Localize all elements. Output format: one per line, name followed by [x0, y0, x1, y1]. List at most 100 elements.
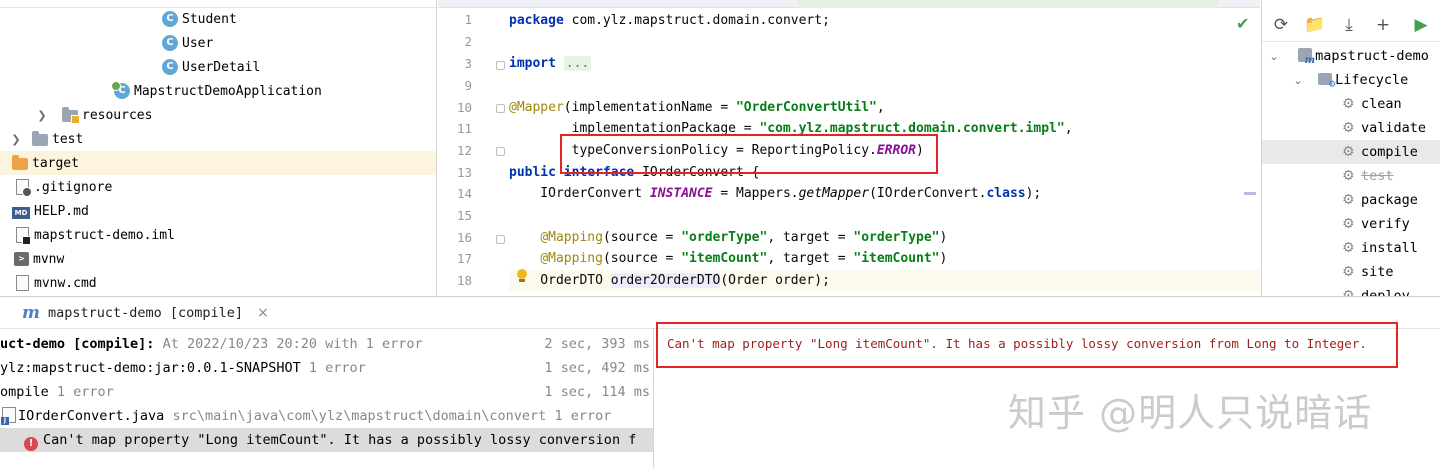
maven-goal-verify[interactable]: ⚙ verify	[1262, 212, 1440, 236]
goal-label: clean	[1361, 96, 1402, 112]
line-number: 18	[456, 273, 472, 288]
fold-marker-icon[interactable]	[496, 147, 505, 156]
chevron-right-icon[interactable]: ❯	[10, 133, 22, 146]
maven-goal-package[interactable]: ⚙ package	[1262, 188, 1440, 212]
folded-imports[interactable]: ...	[563, 56, 592, 71]
tree-item-label: mvnw	[33, 251, 65, 267]
gear-icon: ⚙	[1342, 216, 1355, 232]
tree-item-student[interactable]: C Student	[0, 7, 436, 31]
keyword: public	[509, 165, 556, 180]
gear-icon: ⚙	[1342, 192, 1355, 208]
line-number: 3	[464, 56, 472, 71]
code-text: com.ylz.mapstruct.domain.convert;	[563, 13, 830, 28]
maven-goal-site[interactable]: ⚙ site	[1262, 260, 1440, 284]
build-results-tree[interactable]: uct-demo [compile]: At 2022/10/23 20:20 …	[0, 329, 654, 468]
intention-bulb-icon[interactable]	[516, 269, 528, 283]
line-number: 11	[456, 121, 472, 136]
fold-marker-icon[interactable]	[496, 104, 505, 113]
close-icon[interactable]: ×	[257, 305, 269, 321]
maven-goal-clean[interactable]: ⚙ clean	[1262, 92, 1440, 116]
line-number: 1	[464, 12, 472, 27]
add-icon[interactable]: +	[1368, 13, 1398, 37]
tree-item-target[interactable]: target	[0, 151, 436, 175]
class-icon: C	[162, 11, 178, 27]
scrollbar-marker[interactable]	[1244, 192, 1256, 195]
static-field: INSTANCE	[649, 186, 713, 201]
maven-tool-window: ⟳ 📁 ⤓ + ▶ ⌄ mapstruct-demo ⌄ Lifecycle ⚙…	[1261, 0, 1440, 296]
maven-module-icon	[1298, 48, 1315, 66]
tree-item-resources[interactable]: ❯ resources	[0, 103, 436, 127]
folder-icon	[32, 131, 48, 146]
static-method: getMapper	[798, 186, 870, 201]
tree-item-userdetail[interactable]: C UserDetail	[0, 55, 436, 79]
chevron-down-icon[interactable]: ⌄	[1292, 74, 1304, 87]
maven-goal-install[interactable]: ⚙ install	[1262, 236, 1440, 260]
maven-project-label: mapstruct-demo	[1315, 48, 1429, 64]
chevron-right-icon[interactable]: ❯	[36, 109, 48, 122]
build-row-session[interactable]: uct-demo [compile]: At 2022/10/23 20:20 …	[0, 332, 653, 356]
method-name[interactable]: order2OrderDTO	[610, 273, 721, 288]
tree-item-mvnw[interactable]: > mvnw	[0, 247, 436, 271]
tree-item-test[interactable]: ❯ test	[0, 127, 436, 151]
tree-item-label: UserDetail	[182, 59, 261, 75]
reload-icon[interactable]: ⟳	[1266, 13, 1296, 37]
keyword: import	[509, 56, 556, 71]
line-number: 10	[456, 100, 472, 115]
tree-item-label: resources	[82, 107, 153, 123]
run-icon[interactable]: ▶	[1406, 13, 1436, 37]
highlight-box-type-conversion-policy	[560, 134, 938, 174]
gear-icon: ⚙	[1342, 168, 1355, 184]
goal-label: verify	[1361, 216, 1410, 232]
goal-label: site	[1361, 264, 1394, 280]
code-text: (source =	[602, 251, 682, 266]
maven-goal-deploy[interactable]: ⚙ deploy	[1262, 284, 1440, 296]
lifecycle-folder-icon	[1318, 73, 1336, 90]
maven-lifecycle-label: Lifecycle	[1335, 72, 1409, 88]
tree-item-iml[interactable]: mapstruct-demo.iml	[0, 223, 436, 247]
build-tab-title[interactable]: mapstruct-demo [compile]	[48, 305, 243, 321]
editor-tab-strip[interactable]	[438, 0, 1260, 8]
string-literal: "itemCount"	[681, 251, 768, 266]
tree-item-label: test	[52, 131, 84, 147]
java-file-icon	[1, 407, 16, 425]
maven-goal-validate[interactable]: ⚙ validate	[1262, 116, 1440, 140]
build-row-detail: At 2022/10/23 20:20 with 1 error	[154, 336, 423, 352]
markdown-file-icon: MD	[12, 207, 30, 219]
build-row-error[interactable]: ! Can't map property "Long itemCount". It…	[0, 428, 653, 452]
tree-item-mvnw-cmd[interactable]: mvnw.cmd	[0, 271, 436, 295]
maven-lifecycle-node[interactable]: ⌄ Lifecycle	[1262, 68, 1440, 92]
editor-tab-active[interactable]	[798, 0, 1218, 8]
shell-file-icon: >	[14, 252, 29, 266]
code-line-18: OrderDTO order2OrderDTO(Order order);	[509, 270, 1260, 291]
tree-item-gitignore[interactable]: .gitignore	[0, 175, 436, 199]
maven-project-node[interactable]: ⌄ mapstruct-demo	[1262, 44, 1440, 68]
download-icon[interactable]: ⤓	[1334, 13, 1364, 37]
tree-item-label: mvnw.cmd	[34, 275, 97, 291]
build-row-name: IOrderConvert.java	[18, 408, 165, 424]
no-problems-check-icon[interactable]: ✔	[1236, 14, 1249, 33]
build-row-file[interactable]: IOrderConvert.java src\main\java\com\ylz…	[0, 404, 653, 428]
goal-label: compile	[1361, 144, 1418, 160]
build-row-compile[interactable]: ompile 1 error 1 sec, 114 ms	[0, 380, 653, 404]
string-literal: "itemCount"	[853, 251, 940, 266]
resources-folder-icon	[62, 107, 80, 124]
build-row-artifact[interactable]: ylz:mapstruct-demo:jar:0.0.1-SNAPSHOT 1 …	[0, 356, 653, 380]
maven-goal-test[interactable]: ⚙ test	[1262, 164, 1440, 188]
code-text: IOrderConvert	[509, 186, 650, 201]
fold-marker-icon[interactable]	[496, 235, 505, 244]
line-number: 12	[456, 143, 472, 158]
build-row-time: 1 sec, 492 ms	[544, 360, 650, 376]
generate-sources-icon[interactable]: 📁	[1300, 13, 1330, 37]
tree-item-mapstructdemoapplication[interactable]: C MapstructDemoApplication	[0, 79, 436, 103]
tree-item-user[interactable]: C User	[0, 31, 436, 55]
maven-goal-compile[interactable]: ⚙ compile	[1262, 140, 1440, 164]
string-literal: "OrderConvertUtil"	[735, 100, 877, 115]
build-row-name: ompile	[0, 384, 49, 400]
annotation: @Mapping	[540, 230, 603, 245]
maven-logo-icon: m	[22, 302, 40, 323]
build-row-time: 2 sec, 393 ms	[544, 336, 650, 352]
tree-item-help-md[interactable]: MD HELP.md	[0, 199, 436, 223]
line-number: 16	[456, 230, 472, 245]
fold-marker-icon[interactable]	[496, 61, 505, 70]
chevron-down-icon[interactable]: ⌄	[1268, 50, 1280, 63]
